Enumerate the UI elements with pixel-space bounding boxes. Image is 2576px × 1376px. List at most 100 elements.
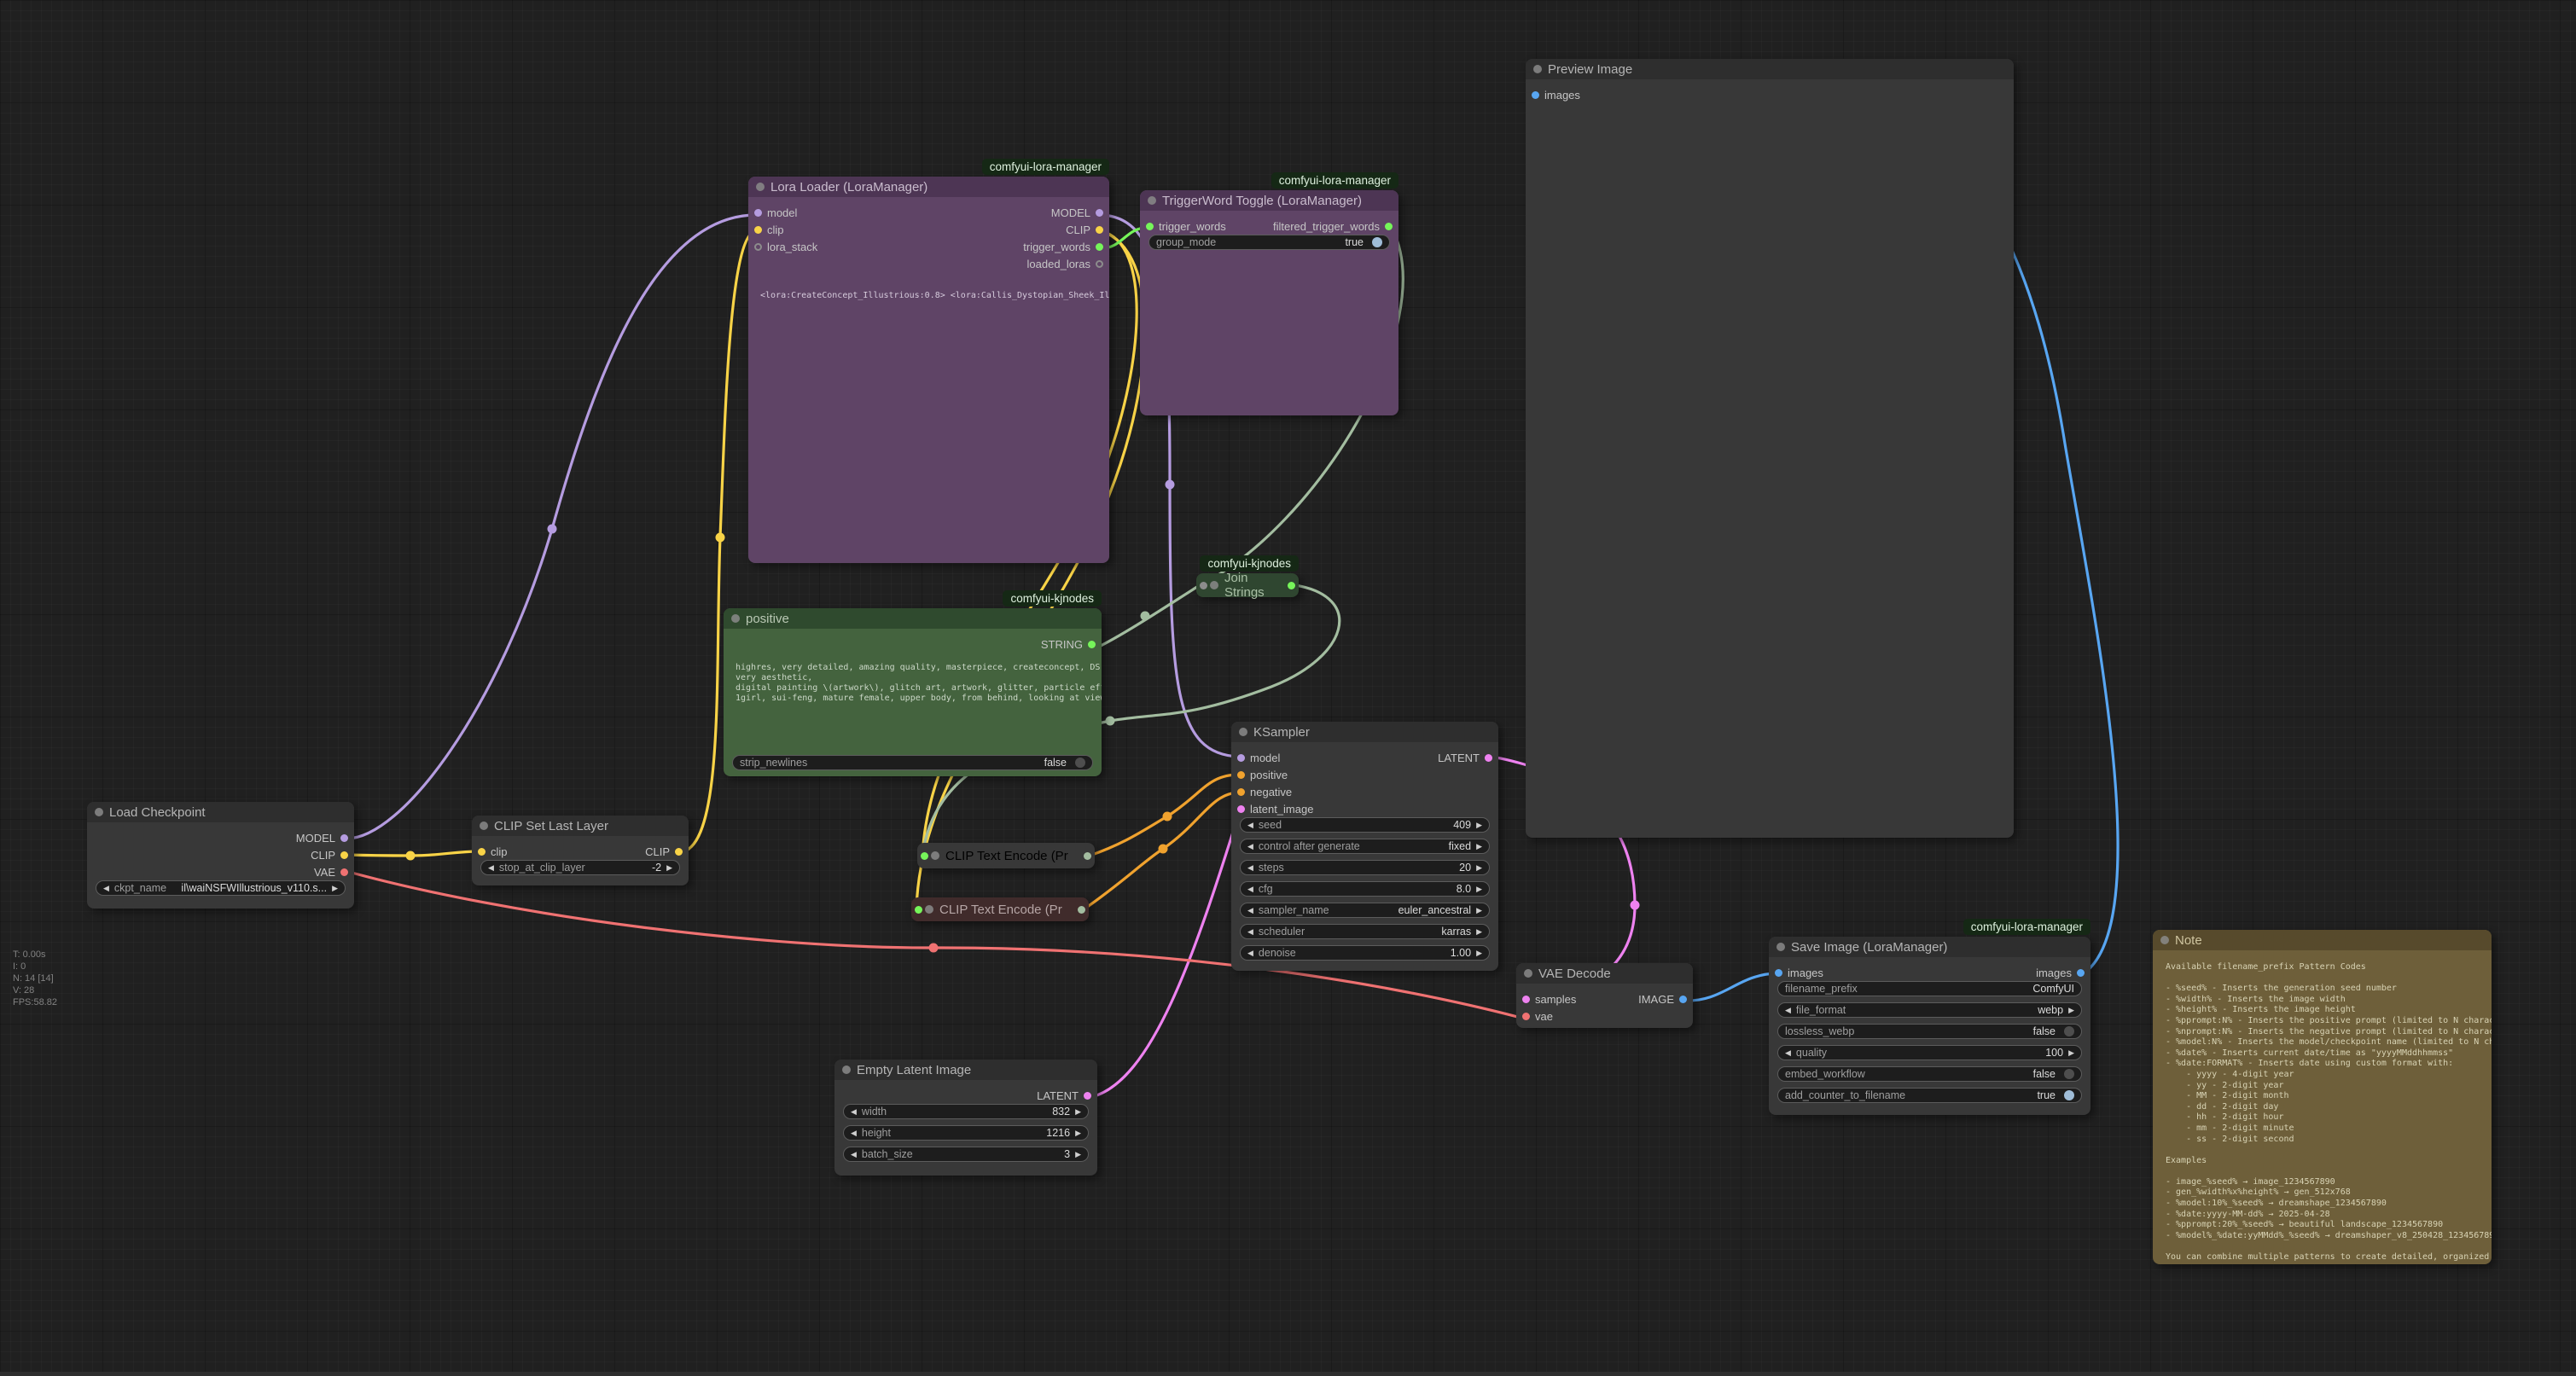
lora-loader-text[interactable]: <lora:CreateConcept_Illustrious:0.8> <lo… (748, 272, 1109, 301)
widget-batch_size[interactable]: ◀batch_size3▶ (843, 1147, 1089, 1162)
toggle-dot-icon[interactable] (1075, 758, 1085, 768)
combo-right-arrow-icon[interactable]: ▶ (1476, 927, 1482, 937)
output-dot-CLIP[interactable] (340, 851, 348, 859)
reroute-dot[interactable] (716, 533, 725, 543)
output-dot-loaded_loras[interactable] (1096, 260, 1103, 268)
widget-cfg[interactable]: ◀cfg8.0▶ (1240, 881, 1490, 897)
widget-quality[interactable]: ◀quality100▶ (1777, 1045, 2082, 1060)
node-note[interactable]: NoteAvailable filename_prefix Pattern Co… (2153, 930, 2492, 1264)
reroute-dot[interactable] (1631, 901, 1640, 910)
input-dot-clip[interactable] (478, 848, 486, 856)
reroute-dot[interactable] (1159, 845, 1168, 854)
widget-embed_workflow[interactable]: embed_workflowfalse (1777, 1066, 2082, 1082)
reroute-dot[interactable] (406, 851, 416, 861)
combo-right-arrow-icon[interactable]: ▶ (1075, 1129, 1081, 1138)
combo-left-arrow-icon[interactable]: ◀ (1785, 1006, 1791, 1015)
collapse-toggle-icon[interactable] (2160, 936, 2169, 944)
input-dot-lora_stack[interactable] (754, 243, 762, 251)
output-dot-LATENT[interactable] (1485, 754, 1492, 762)
node-ksampler[interactable]: KSamplermodelLATENTpositivenegativelaten… (1231, 722, 1498, 971)
collapse-toggle-icon[interactable] (756, 183, 765, 191)
combo-right-arrow-icon[interactable]: ▶ (2068, 1006, 2074, 1015)
combo-right-arrow-icon[interactable]: ▶ (1476, 863, 1482, 873)
wire-vae-image-to-save[interactable] (1683, 973, 1776, 1001)
collapse-toggle-icon[interactable] (1148, 196, 1156, 205)
input-dot-latent_image[interactable] (1237, 805, 1245, 813)
widget-stop_at_clip_layer[interactable]: ◀stop_at_clip_layer-2▶ (480, 860, 680, 875)
combo-left-arrow-icon[interactable]: ◀ (851, 1107, 857, 1117)
combo-left-arrow-icon[interactable]: ◀ (1247, 927, 1253, 937)
node-load-checkpoint[interactable]: Load CheckpointMODELCLIPVAE◀ckpt_nameil\… (87, 802, 354, 909)
output-dot-CLIP[interactable] (1096, 226, 1103, 234)
toggle-dot-icon[interactable] (1372, 237, 1382, 247)
node-clip-text-encode-positive[interactable]: CLIP Text Encode (Pr (917, 843, 1095, 868)
combo-right-arrow-icon[interactable]: ▶ (1476, 906, 1482, 915)
collapsed-output-dot[interactable] (1084, 852, 1091, 860)
node-titlebar[interactable]: CLIP Set Last Layer (472, 816, 689, 836)
reroute-dot[interactable] (1106, 717, 1115, 726)
combo-right-arrow-icon[interactable]: ▶ (2068, 1048, 2074, 1058)
node-positive-prompt[interactable]: comfyui-kjnodespositiveSTRINGhighres, ve… (724, 608, 1102, 776)
node-titlebar[interactable]: TriggerWord Toggle (LoraManager) (1140, 190, 1398, 211)
collapse-toggle-icon[interactable] (95, 808, 103, 816)
node-titlebar[interactable]: positive (724, 608, 1102, 629)
toggle-dot-icon[interactable] (2064, 1026, 2074, 1036)
combo-right-arrow-icon[interactable]: ▶ (1476, 842, 1482, 851)
node-triggerword-toggle[interactable]: comfyui-lora-managerTriggerWord Toggle (… (1140, 190, 1398, 415)
widget-height[interactable]: ◀height1216▶ (843, 1125, 1089, 1141)
combo-left-arrow-icon[interactable]: ◀ (1247, 949, 1253, 958)
combo-right-arrow-icon[interactable]: ▶ (1476, 821, 1482, 830)
graph-canvas[interactable]: Load CheckpointMODELCLIPVAE◀ckpt_nameil\… (0, 0, 2576, 1376)
output-dot-MODEL[interactable] (340, 834, 348, 842)
node-join-strings[interactable]: comfyui-kjnodesJoin Strings (1196, 573, 1299, 597)
node-titlebar[interactable]: Lora Loader (LoraManager) (748, 177, 1109, 197)
combo-right-arrow-icon[interactable]: ▶ (332, 884, 338, 893)
reroute-dot[interactable] (548, 525, 557, 534)
widget-group_mode[interactable]: group_modetrue (1148, 235, 1390, 250)
combo-left-arrow-icon[interactable]: ◀ (851, 1129, 857, 1138)
node-titlebar[interactable]: KSampler (1231, 722, 1498, 742)
reroute-dot[interactable] (929, 943, 939, 953)
combo-left-arrow-icon[interactable]: ◀ (1247, 842, 1253, 851)
widget-lossless_webp[interactable]: lossless_webpfalse (1777, 1024, 2082, 1039)
combo-left-arrow-icon[interactable]: ◀ (851, 1150, 857, 1159)
combo-right-arrow-icon[interactable]: ▶ (666, 863, 672, 873)
reroute-dot[interactable] (1163, 812, 1172, 822)
widget-control_after_generate[interactable]: ◀control after generatefixed▶ (1240, 839, 1490, 854)
node-titlebar[interactable]: Empty Latent Image (834, 1060, 1097, 1080)
node-lora-loader[interactable]: comfyui-lora-managerLora Loader (LoraMan… (748, 177, 1109, 563)
collapse-toggle-icon[interactable] (1776, 943, 1785, 951)
widget-file_format[interactable]: ◀file_formatwebp▶ (1777, 1002, 2082, 1018)
widget-scheduler[interactable]: ◀schedulerkarras▶ (1240, 924, 1490, 939)
input-dot-samples[interactable] (1522, 996, 1530, 1003)
widget-denoise[interactable]: ◀denoise1.00▶ (1240, 945, 1490, 961)
collapse-toggle-icon[interactable] (931, 851, 939, 860)
combo-right-arrow-icon[interactable]: ▶ (1075, 1107, 1081, 1117)
widget-width[interactable]: ◀width832▶ (843, 1104, 1089, 1119)
input-dot-negative[interactable] (1237, 788, 1245, 796)
collapse-toggle-icon[interactable] (842, 1065, 851, 1074)
output-dot-images[interactable] (2077, 969, 2085, 977)
input-dot-trigger_words[interactable] (1146, 223, 1154, 230)
node-titlebar[interactable]: Save Image (LoraManager) (1769, 937, 2090, 957)
collapse-toggle-icon[interactable] (480, 822, 488, 830)
combo-left-arrow-icon[interactable]: ◀ (103, 884, 109, 893)
output-dot-filtered_trigger_words[interactable] (1385, 223, 1393, 230)
collapse-toggle-icon[interactable] (1524, 969, 1532, 978)
node-titlebar[interactable]: Note (2153, 930, 2492, 950)
collapsed-input-dot[interactable] (915, 906, 922, 914)
collapse-toggle-icon[interactable] (731, 614, 740, 623)
collapse-toggle-icon[interactable] (925, 905, 933, 914)
widget-steps[interactable]: ◀steps20▶ (1240, 860, 1490, 875)
widget-ckpt_name[interactable]: ◀ckpt_nameil\waiNSFWIllustrious_v110.s..… (96, 880, 346, 896)
node-clip-text-encode-negative[interactable]: CLIP Text Encode (Pr (911, 897, 1089, 921)
output-dot-MODEL[interactable] (1096, 209, 1103, 217)
combo-left-arrow-icon[interactable]: ◀ (1247, 863, 1253, 873)
toggle-dot-icon[interactable] (2064, 1069, 2074, 1079)
node-titlebar[interactable]: VAE Decode (1516, 963, 1693, 984)
collapsed-input-dot[interactable] (1200, 582, 1207, 589)
widget-add_counter_to_filename[interactable]: add_counter_to_filenametrue (1777, 1088, 2082, 1103)
collapsed-output-dot[interactable] (1078, 906, 1085, 914)
node-save-image[interactable]: comfyui-lora-managerSave Image (LoraMana… (1769, 937, 2090, 1115)
combo-left-arrow-icon[interactable]: ◀ (1247, 821, 1253, 830)
